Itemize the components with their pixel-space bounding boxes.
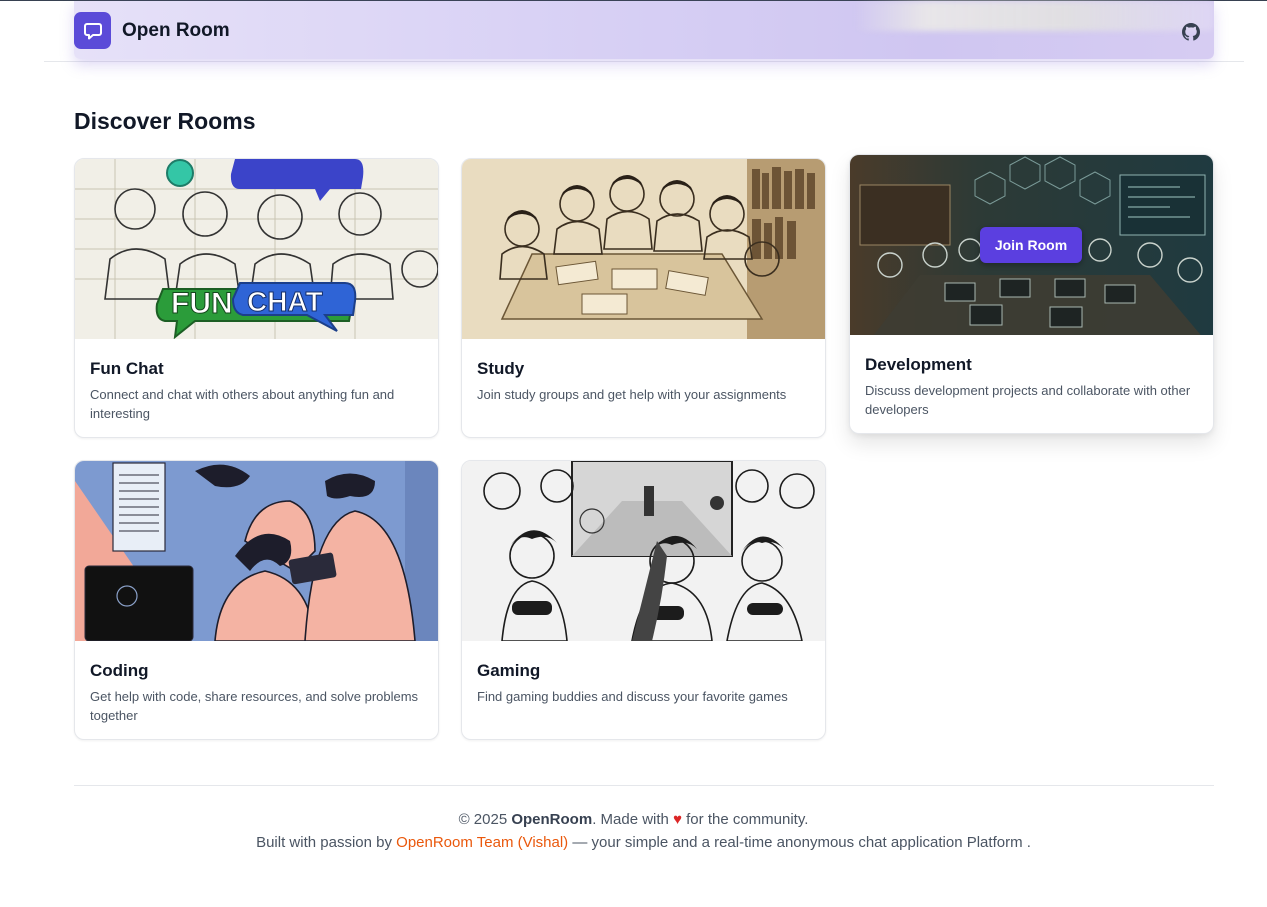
room-description: Join study groups and get help with your…: [477, 387, 787, 402]
room-title: Study: [477, 359, 525, 378]
room-card-development[interactable]: Join Room Development Discuss developmen…: [849, 154, 1214, 434]
svg-text:FUN: FUN: [171, 287, 233, 320]
brand-name[interactable]: Open Room: [122, 20, 230, 42]
room-title: Coding: [90, 661, 149, 680]
room-image-fun-chat: FUN CHAT: [75, 159, 438, 339]
svg-text:CHAT: CHAT: [247, 286, 323, 317]
room-description: Find gaming buddies and discuss your fav…: [477, 689, 788, 704]
room-title: Gaming: [477, 661, 541, 680]
footer-copyright-line: © 2025 OpenRoom. Made with ♥ for the com…: [0, 811, 1267, 828]
join-room-button[interactable]: Join Room: [980, 227, 1082, 263]
room-image-gaming: [462, 461, 825, 641]
chat-bubble-icon[interactable]: [74, 12, 111, 49]
copyright-text: © 2025: [458, 811, 508, 828]
footer-credits-line: Built with passion by OpenRoom Team (Vis…: [0, 834, 1267, 851]
room-image-coding: [75, 461, 438, 641]
room-image-study: [462, 159, 825, 339]
header-decoration: [854, 1, 1214, 31]
footer-brand: OpenRoom: [511, 811, 593, 828]
team-link[interactable]: OpenRoom Team (Vishal): [396, 834, 568, 851]
room-card-gaming[interactable]: Gaming Find gaming buddies and discuss y…: [461, 460, 826, 740]
made-with-text: . Made with: [592, 811, 669, 828]
footer-divider: [74, 785, 1214, 786]
built-with-text: Built with passion by: [256, 834, 392, 851]
room-description: Get help with code, share resources, and…: [90, 689, 419, 723]
tagline-text: — your simple and a real-time anonymous …: [572, 834, 1031, 851]
heart-icon: ♥: [673, 811, 682, 828]
site-header: Open Room: [44, 1, 1244, 62]
room-title: Development: [865, 355, 972, 374]
page-title: Discover Rooms: [74, 108, 256, 134]
header-bar: Open Room: [74, 1, 1214, 59]
room-description: Connect and chat with others about anyth…: [90, 387, 395, 421]
room-card-coding[interactable]: Coding Get help with code, share resourc…: [74, 460, 439, 740]
room-description: Discuss development projects and collabo…: [865, 383, 1191, 417]
github-icon[interactable]: [1182, 23, 1200, 41]
room-title: Fun Chat: [90, 359, 164, 378]
room-image-development: Join Room: [850, 155, 1213, 335]
community-text: for the community.: [686, 811, 809, 828]
room-card-fun-chat[interactable]: FUN CHAT Fun Chat Connect and chat with …: [74, 158, 439, 438]
room-card-study[interactable]: Study Join study groups and get help wit…: [461, 158, 826, 438]
